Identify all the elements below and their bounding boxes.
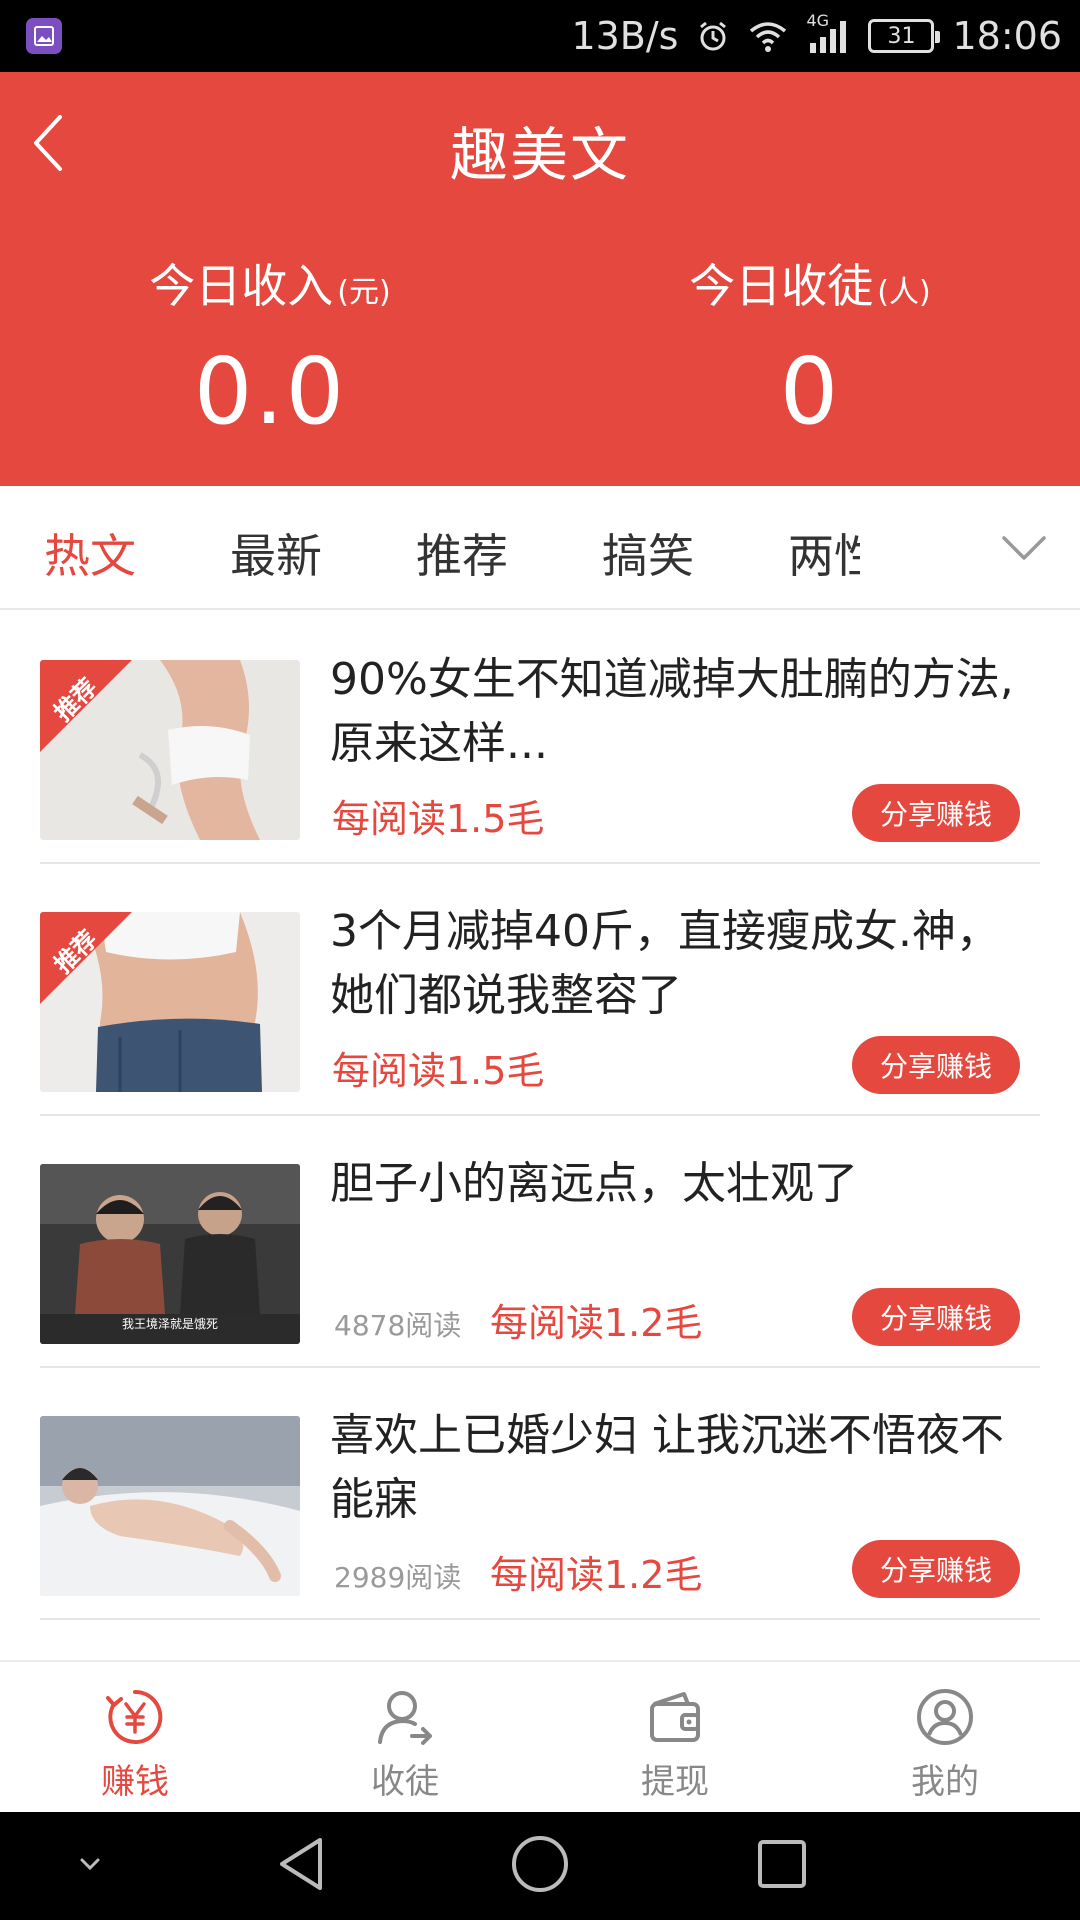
alarm-icon <box>700 21 727 51</box>
article-thumbnail[interactable] <box>40 1416 300 1596</box>
apprentice-label-row: 今日收徒 (人) <box>540 250 1080 316</box>
tab-latest[interactable]: 最新 <box>230 520 322 586</box>
battery-level: 31 <box>887 23 916 49</box>
chevron-down-icon <box>80 1858 100 1871</box>
square-recents-icon <box>758 1840 806 1888</box>
clock: 18:06 <box>952 14 1062 58</box>
article-item[interactable]: 推荐 3个月减掉40斤，直接瘦成女.神，她们都说我整容了 每阅读1.5毛 分享赚… <box>40 864 1040 1116</box>
nav-apprentice[interactable]: 收徒 <box>270 1662 540 1814</box>
income-value: 0.0 <box>193 338 347 445</box>
article-item[interactable]: 我王境泽就是饿死 胆子小的离远点，太壮观了 4878阅读 每阅读1.2毛 分享赚… <box>40 1116 1040 1368</box>
article-item[interactable]: 喜欢上已婚少妇 让我沉迷不悟夜不能寐 2989阅读 每阅读1.2毛 分享赚钱 <box>40 1368 1040 1620</box>
battery-icon: 31 <box>868 19 941 53</box>
income-label: 今日收入 <box>149 259 334 313</box>
wifi-icon <box>750 22 787 52</box>
article-thumbnail[interactable]: 我王境泽就是饿死 <box>40 1164 300 1344</box>
article-thumbnail[interactable]: 推荐 <box>40 660 300 840</box>
gallery-app-icon <box>26 18 62 54</box>
tab-recommend[interactable]: 推荐 <box>416 520 508 586</box>
triangle-back-icon <box>280 1838 322 1890</box>
reward-rate: 每阅读1.2毛 <box>490 1301 703 1345</box>
profile-icon <box>917 1689 973 1745</box>
chevron-down-icon <box>1002 536 1046 560</box>
share-earn-button[interactable]: 分享赚钱 <box>852 1288 1020 1346</box>
page-title: 趣美文 <box>449 121 630 189</box>
apprentice-stat: 今日收徒 (人) 0 <box>540 250 1080 445</box>
tab-hot[interactable]: 热文 <box>44 520 136 586</box>
share-earn-button[interactable]: 分享赚钱 <box>852 784 1020 842</box>
apprentice-unit: (人) <box>877 275 931 310</box>
nav-me-label: 我的 <box>911 1762 979 1802</box>
nav-me[interactable]: 我的 <box>810 1662 1080 1814</box>
hide-nav-button[interactable] <box>70 1852 110 1880</box>
apprentice-label: 今日收徒 <box>689 259 874 313</box>
article-title[interactable]: 胆子小的离远点，太壮观了 <box>330 1152 1030 1216</box>
wallet-icon <box>650 1692 700 1742</box>
article-thumbnail[interactable]: 推荐 <box>40 912 300 1092</box>
income-stat: 今日收入 (元) 0.0 <box>0 250 540 445</box>
circle-home-icon <box>512 1836 568 1892</box>
apprentice-value: 0 <box>779 338 841 445</box>
nav-apprentice-label: 收徒 <box>371 1762 439 1802</box>
home-nav-button[interactable] <box>510 1834 570 1898</box>
category-tabs: 热文 最新 推荐 搞笑 两性 <box>0 486 1080 610</box>
share-earn-button[interactable]: 分享赚钱 <box>852 1036 1020 1094</box>
recents-nav-button[interactable] <box>752 1834 812 1898</box>
reward-rate: 每阅读1.5毛 <box>332 1049 545 1093</box>
yuan-refresh-icon <box>106 1689 163 1744</box>
video-caption: 我王境泽就是饿死 <box>122 1316 218 1331</box>
reward-rate: 每阅读1.5毛 <box>332 797 545 841</box>
system-nav-bar <box>0 1812 1080 1920</box>
article-title[interactable]: 3个月减掉40斤，直接瘦成女.神，她们都说我整容了 <box>330 900 1030 1028</box>
signal-indicator: 4G <box>806 11 850 55</box>
article-item[interactable]: 推荐 90%女生不知道减掉大肚腩的方法,原来这样... 每阅读1.5毛 分享赚钱 <box>40 612 1040 864</box>
tabs-more-button[interactable] <box>996 526 1052 570</box>
nav-earn-label: 赚钱 <box>101 1762 169 1802</box>
nav-withdraw[interactable]: 提现 <box>540 1662 810 1814</box>
nav-earn[interactable]: 赚钱 <box>0 1662 270 1814</box>
article-title[interactable]: 90%女生不知道减掉大肚腩的方法,原来这样... <box>330 648 1030 776</box>
share-earn-button[interactable]: 分享赚钱 <box>852 1540 1020 1598</box>
reward-rate: 每阅读1.2毛 <box>490 1553 703 1597</box>
read-count: 2989阅读 <box>334 1561 462 1594</box>
tab-gender[interactable]: 两性 <box>788 520 860 586</box>
bottom-nav: 赚钱 收徒 提现 我的 <box>0 1660 1080 1812</box>
tab-funny[interactable]: 搞笑 <box>602 520 694 586</box>
header: 趣美文 今日收入 (元) 0.0 今日收徒 (人) 0 <box>0 72 1080 486</box>
income-unit: (元) <box>337 275 391 310</box>
read-count: 4878阅读 <box>334 1309 462 1342</box>
article-title[interactable]: 喜欢上已婚少妇 让我沉迷不悟夜不能寐 <box>330 1404 1030 1532</box>
income-label-row: 今日收入 (元) <box>0 250 540 316</box>
back-nav-button[interactable] <box>272 1834 332 1898</box>
signal-icon <box>810 21 847 53</box>
nav-withdraw-label: 提现 <box>641 1762 709 1802</box>
user-add-icon <box>378 1691 432 1745</box>
status-bar: 13B/s 4G 31 18:06 <box>0 0 1080 72</box>
network-speed: 13B/s <box>571 14 679 58</box>
